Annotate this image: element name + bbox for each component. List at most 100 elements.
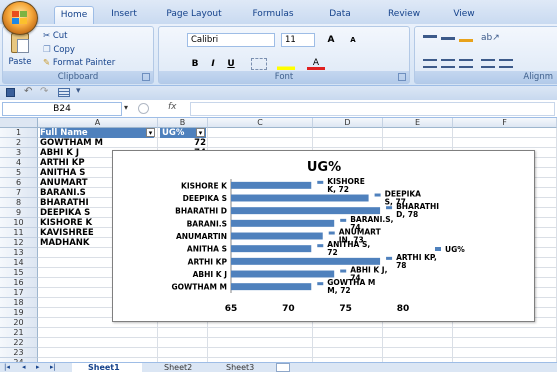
- tab-home[interactable]: Home: [54, 6, 94, 24]
- row-header[interactable]: 8: [0, 198, 38, 208]
- decrease-indent-icon[interactable]: [481, 59, 495, 68]
- cell-name[interactable]: [40, 328, 154, 338]
- row-header[interactable]: 7: [0, 188, 38, 198]
- borders-icon[interactable]: [251, 58, 267, 70]
- tab-formulas[interactable]: Formulas: [246, 6, 300, 24]
- column-header[interactable]: D: [313, 118, 383, 128]
- select-all-corner[interactable]: [0, 118, 38, 128]
- align-left-icon[interactable]: [423, 59, 437, 68]
- tab-page-layout[interactable]: Page Layout: [160, 6, 228, 24]
- cell-ug[interactable]: [160, 348, 206, 358]
- formula-input[interactable]: [190, 102, 555, 116]
- row-header[interactable]: 9: [0, 208, 38, 218]
- row-header[interactable]: 6: [0, 178, 38, 188]
- align-right-icon[interactable]: [459, 59, 473, 68]
- font-color-icon[interactable]: A: [307, 58, 325, 70]
- font-name-select[interactable]: Calibri: [187, 33, 275, 47]
- name-box-dropdown-icon[interactable]: ▾: [124, 103, 128, 112]
- clipboard-launcher-icon[interactable]: [142, 73, 150, 81]
- row-header[interactable]: 20: [0, 318, 38, 328]
- table-icon[interactable]: [58, 88, 70, 97]
- row-header[interactable]: 14: [0, 258, 38, 268]
- row-header[interactable]: 22: [0, 338, 38, 348]
- tab-sheet1[interactable]: Sheet1: [72, 363, 142, 372]
- orientation-icon[interactable]: ab↗: [481, 33, 500, 43]
- grow-font-button[interactable]: A: [321, 33, 341, 47]
- redo-icon[interactable]: ↷: [40, 86, 48, 97]
- bold-button[interactable]: B: [187, 57, 203, 71]
- filter-dropdown-icon[interactable]: ▾: [196, 128, 205, 137]
- row-header[interactable]: 21: [0, 328, 38, 338]
- font-group: Calibri 11 A A B I U A Font: [158, 26, 410, 84]
- prev-sheet-icon[interactable]: ◂: [22, 363, 26, 371]
- row-header[interactable]: 12: [0, 238, 38, 248]
- italic-button[interactable]: I: [205, 57, 221, 71]
- cell-name[interactable]: [40, 338, 154, 348]
- filter-dropdown-icon[interactable]: ▾: [146, 128, 155, 137]
- row-header[interactable]: 2: [0, 138, 38, 148]
- next-sheet-icon[interactable]: ▸: [36, 363, 40, 371]
- header-cell-full-name[interactable]: Full Name: [40, 128, 154, 138]
- row-header[interactable]: 16: [0, 278, 38, 288]
- first-sheet-icon[interactable]: |◂: [4, 363, 10, 371]
- row-header[interactable]: 5: [0, 168, 38, 178]
- align-bottom-icon[interactable]: [459, 39, 473, 42]
- shrink-font-button[interactable]: A: [343, 33, 363, 47]
- tab-insert[interactable]: Insert: [104, 6, 144, 24]
- customize-toolbar-icon[interactable]: ▾: [76, 86, 81, 96]
- undo-icon[interactable]: ↶: [24, 86, 32, 97]
- align-middle-icon[interactable]: [441, 37, 455, 40]
- save-icon[interactable]: [6, 88, 15, 97]
- row-header[interactable]: 11: [0, 228, 38, 238]
- office-button[interactable]: [2, 1, 38, 35]
- row-header[interactable]: 17: [0, 288, 38, 298]
- paste-button[interactable]: Paste: [5, 29, 35, 71]
- data-label-marker: [317, 244, 324, 248]
- row-header[interactable]: 3: [0, 148, 38, 158]
- tab-review[interactable]: Review: [382, 6, 426, 24]
- column-header[interactable]: A: [38, 118, 158, 128]
- tab-view[interactable]: View: [444, 6, 484, 24]
- font-launcher-icon[interactable]: [398, 73, 406, 81]
- row-header[interactable]: 13: [0, 248, 38, 258]
- fill-color-icon[interactable]: [277, 58, 295, 70]
- cut-button[interactable]: ✂ Cut: [43, 31, 67, 41]
- clipboard-group-label: Clipboard: [3, 71, 153, 83]
- font-size-select[interactable]: 11: [281, 33, 315, 47]
- row-header[interactable]: 10: [0, 218, 38, 228]
- align-top-icon[interactable]: [423, 35, 437, 38]
- row-header[interactable]: 1: [0, 128, 38, 138]
- table-row: [38, 348, 557, 358]
- column-header[interactable]: C: [208, 118, 313, 128]
- row-header[interactable]: 23: [0, 348, 38, 358]
- cell-name[interactable]: [40, 348, 154, 358]
- underline-button[interactable]: U: [223, 57, 239, 71]
- cell-ug[interactable]: [160, 338, 206, 348]
- align-center-icon[interactable]: [441, 59, 455, 68]
- format-painter-button[interactable]: ✎ Format Painter: [43, 58, 115, 68]
- increase-indent-icon[interactable]: [499, 59, 513, 68]
- column-header[interactable]: E: [383, 118, 453, 128]
- copy-button[interactable]: ❐ Copy: [43, 45, 75, 55]
- row-header[interactable]: 18: [0, 298, 38, 308]
- last-sheet-icon[interactable]: ▸|: [50, 363, 56, 371]
- cell-name[interactable]: GOWTHAM M: [40, 138, 154, 148]
- column-header[interactable]: F: [453, 118, 557, 128]
- name-box[interactable]: B24: [2, 102, 122, 116]
- tab-sheet3[interactable]: Sheet3: [212, 363, 268, 372]
- row-header[interactable]: 19: [0, 308, 38, 318]
- cancel-circle-icon[interactable]: [138, 103, 149, 114]
- insert-sheet-icon[interactable]: [276, 363, 290, 372]
- cell-ug[interactable]: 72: [160, 138, 206, 148]
- tab-sheet2[interactable]: Sheet2: [150, 363, 206, 372]
- bar-chart[interactable]: UG% GOWTHAM M GOWTHA M M, 72 ABHI K J ABHI K …: [112, 150, 535, 322]
- tab-data[interactable]: Data: [320, 6, 360, 24]
- cell-ug[interactable]: [160, 328, 206, 338]
- column-header[interactable]: B: [158, 118, 208, 128]
- chart-svg: UG%GOWTHAM M GOWTHA M M, 72ABHI K J ABHI K …: [171, 160, 465, 314]
- category-label: GOWTHAM M: [171, 283, 227, 292]
- row-header[interactable]: 4: [0, 158, 38, 168]
- category-label: ARTHI KP: [188, 257, 228, 266]
- insert-function-icon[interactable]: fx: [168, 102, 177, 112]
- row-header[interactable]: 15: [0, 268, 38, 278]
